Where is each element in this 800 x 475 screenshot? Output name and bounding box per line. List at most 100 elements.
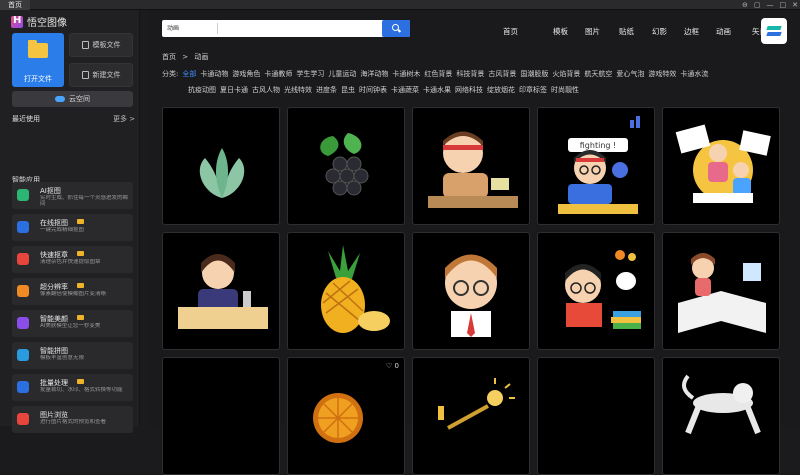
new-file-button[interactable]: 新建文件	[69, 63, 133, 87]
category-row-2: 抗疫动图 夏日卡通 古风人物 光线特效 进度条 昆虫 时间钟表 卡通蔬菜 卡通水果 网络科技 绽放烟…	[188, 85, 583, 95]
category-chip[interactable]: 火焰背景	[552, 70, 580, 78]
smart-app-icon	[17, 381, 29, 393]
smart-app-item[interactable]: 超分辨率 像素翻倍使模糊图片变清晰	[12, 278, 133, 305]
nav-images[interactable]: 图片	[585, 26, 600, 36]
category-chip[interactable]: 进度条	[316, 86, 337, 94]
smart-app-item[interactable]: 智能美颜 AI美肤模型让您一秒变美	[12, 310, 133, 337]
image-tile-orange[interactable]: ♡ 0	[287, 357, 405, 475]
category-chip[interactable]: 光线特效	[284, 86, 312, 94]
image-tile-leaves[interactable]	[162, 107, 280, 225]
boy-glasses-illustration	[445, 254, 497, 337]
image-tile-girl-book[interactable]	[662, 232, 780, 350]
category-chip[interactable]: 昆虫	[341, 86, 355, 94]
smart-app-item[interactable]: 图片浏览 进行图片格式的预览和查看	[12, 406, 133, 433]
category-chip[interactable]: 航天航空	[584, 70, 612, 78]
image-tile-pineapple[interactable]	[287, 232, 405, 350]
smart-app-icon	[17, 189, 29, 201]
image-tile-grapes[interactable]	[287, 107, 405, 225]
category-chip[interactable]: 夏日卡通	[220, 86, 248, 94]
skin-icon[interactable]: ▢	[754, 0, 761, 10]
category-chip[interactable]: 卡通蔬菜	[391, 86, 419, 94]
category-chip[interactable]: 时间钟表	[359, 86, 387, 94]
nav-home[interactable]: 首页	[503, 26, 518, 36]
category-chip[interactable]: 卡通水果	[423, 86, 451, 94]
template-file-button[interactable]: 模板文件	[69, 33, 133, 57]
monkey-illustration	[682, 374, 761, 435]
image-tile-kids-reading[interactable]	[662, 107, 780, 225]
image-tile-boy-cat-books[interactable]	[537, 232, 655, 350]
smart-app-item[interactable]: AI抠图 实时生成、抓住每一个灵感迸发的瞬间	[12, 182, 133, 209]
image-tile-lightbulb[interactable]	[412, 357, 530, 475]
category-chip[interactable]: 时尚靓性	[551, 86, 579, 94]
fighting-text: fighting !	[580, 141, 616, 150]
image-tile-monkey[interactable]	[662, 357, 780, 475]
breadcrumb-home[interactable]: 首页	[162, 53, 176, 61]
image-tile-boy-studying[interactable]	[412, 107, 530, 225]
image-tile-girl-writing[interactable]	[162, 232, 280, 350]
cloud-space-button[interactable]: 云空间	[12, 91, 133, 107]
category-chip[interactable]: 红色背景	[424, 70, 452, 78]
minimize-icon[interactable]: —	[767, 0, 774, 10]
app-logo: 悟空图像	[11, 14, 67, 29]
like-counter[interactable]: ♡ 0	[386, 362, 399, 370]
category-chip[interactable]: 卡通教师	[264, 70, 292, 78]
floating-assistant-icon[interactable]	[761, 18, 787, 44]
category-chip[interactable]: 游戏角色	[232, 70, 260, 78]
search-button[interactable]	[382, 20, 410, 37]
smart-app-icon	[17, 317, 29, 329]
category-chip[interactable]: 网络科技	[455, 86, 483, 94]
category-chip[interactable]: 绽放烟花	[487, 86, 515, 94]
search-bar: 动画	[162, 20, 410, 37]
smart-app-item[interactable]: 快速抠章 清理杂色并快速提取图章	[12, 246, 133, 273]
open-file-button[interactable]: 打开文件	[12, 33, 64, 87]
category-chip[interactable]: 海洋动物	[360, 70, 388, 78]
category-chip[interactable]: 游戏特效	[648, 70, 676, 78]
recent-more-link[interactable]: 更多 >	[113, 114, 135, 124]
new-file-label: 新建文件	[92, 71, 121, 79]
leaves-illustration	[199, 148, 245, 198]
category-row-1: 分类: 全部 卡通动物 游戏角色 卡通教师 学生学习 儿童运动 海洋动物 卡通树木 红色背景 科技背…	[162, 69, 712, 79]
category-chip[interactable]: 印章标签	[519, 86, 547, 94]
grapes-illustration	[320, 133, 369, 196]
search-category-select[interactable]: 动画	[167, 20, 179, 37]
close-icon[interactable]: ✕	[792, 0, 798, 10]
category-chip[interactable]: 卡通水流	[680, 70, 708, 78]
category-chip[interactable]: 科技背景	[456, 70, 484, 78]
nav-animation[interactable]: 动画	[716, 26, 731, 36]
breadcrumb-separator: >	[182, 53, 189, 61]
app-title: 悟空图像	[27, 18, 67, 29]
nav-templates[interactable]: 模板	[553, 26, 568, 36]
nav-frames[interactable]: 边框	[684, 26, 699, 36]
smart-app-item[interactable]: 在线抠图 一键完成精细抠图	[12, 214, 133, 241]
category-chip[interactable]: 儿童运动	[328, 70, 356, 78]
feedback-icon[interactable]: ⊖	[742, 0, 748, 10]
vip-crown-icon	[77, 315, 84, 320]
category-chip[interactable]: 古风背景	[488, 70, 516, 78]
search-input[interactable]	[222, 22, 392, 35]
vip-crown-icon	[77, 379, 84, 384]
smart-app-desc: 一键完成精细抠图	[40, 227, 85, 233]
nav-phantom[interactable]: 幻影	[652, 26, 667, 36]
nav-stickers[interactable]: 贴纸	[619, 26, 634, 36]
maximize-icon[interactable]: □	[780, 0, 787, 10]
image-tile-row3-1[interactable]	[162, 357, 280, 475]
smart-app-item[interactable]: 智能拼图 模板丰富创意无限	[12, 342, 133, 369]
image-tile-boy-glasses[interactable]	[412, 232, 530, 350]
category-chip[interactable]: 卡通树木	[392, 70, 420, 78]
smart-app-item[interactable]: 批量处理 批量裁切、水印、格式转换等功能	[12, 374, 133, 401]
category-chip[interactable]: 古风人物	[252, 86, 280, 94]
smart-app-desc: 批量裁切、水印、格式转换等功能	[40, 387, 123, 393]
category-chip[interactable]: 国潮股版	[520, 70, 548, 78]
category-chip[interactable]: 卡通动物	[200, 70, 228, 78]
category-chip[interactable]: 爱心气泡	[616, 70, 644, 78]
category-chip[interactable]: 全部	[182, 70, 196, 78]
open-file-label: 打开文件	[24, 75, 52, 83]
tab-home[interactable]: 首页	[0, 0, 30, 10]
vip-crown-icon	[77, 219, 84, 224]
image-tile-row3-4[interactable]	[537, 357, 655, 475]
image-tile-fighting-boy[interactable]: fighting !	[537, 107, 655, 225]
vip-crown-icon	[77, 283, 84, 288]
category-chip[interactable]: 学生学习	[296, 70, 324, 78]
category-chip[interactable]: 抗疫动图	[188, 86, 216, 94]
pineapple-illustration	[321, 245, 390, 333]
